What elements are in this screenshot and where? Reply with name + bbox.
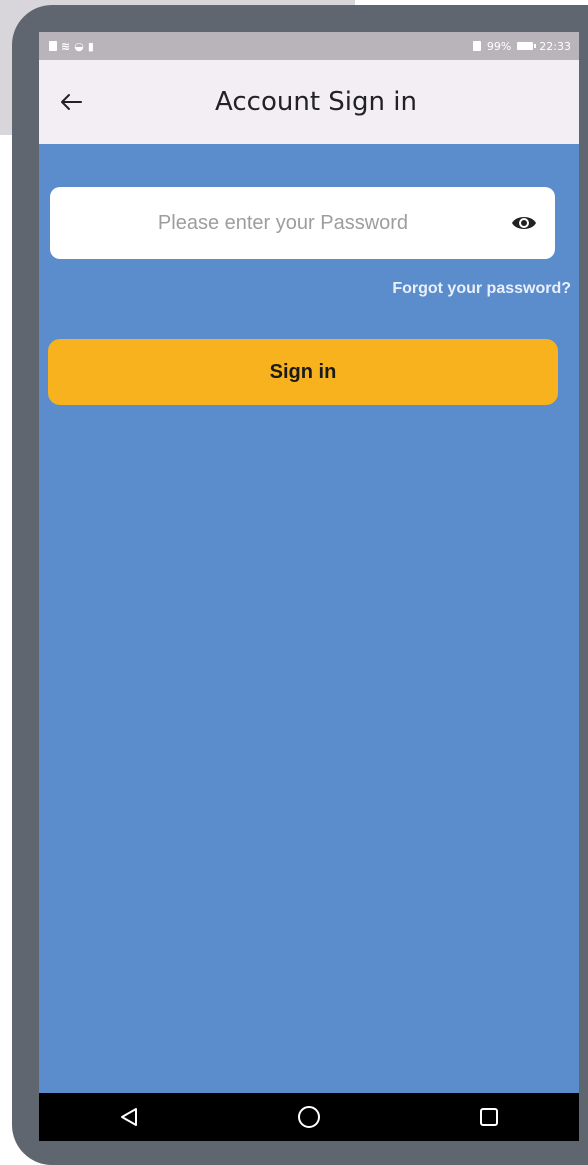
sign-in-button[interactable]: Sign in <box>48 339 558 405</box>
password-field-container <box>50 186 555 260</box>
system-nav-bar <box>39 1093 579 1141</box>
page-title: Account Sign in <box>215 87 417 117</box>
nav-home-button[interactable] <box>284 1097 334 1137</box>
app-bar: Account Sign in <box>39 60 579 144</box>
home-circle-icon <box>298 1106 320 1128</box>
usb-icon: ▮ <box>87 39 94 53</box>
status-icons-right: 99% 22:33 <box>472 39 579 53</box>
wifi-icon: ≋ <box>61 39 71 53</box>
sim-icon <box>49 41 57 51</box>
nav-recents-button[interactable] <box>464 1097 514 1137</box>
status-icons-left: ≋ ◒ ▮ <box>39 40 94 53</box>
recents-square-icon <box>480 1108 498 1126</box>
app-screen: ≋ ◒ ▮ 99% 22:33 Account Sign in Forgot y… <box>39 32 579 1141</box>
battery-icon <box>517 42 537 50</box>
battery-percent: 99% <box>486 39 512 53</box>
status-bar: ≋ ◒ ▮ 99% 22:33 <box>39 32 579 60</box>
chat-icon: ◒ <box>74 39 84 53</box>
clock: 22:33 <box>539 39 571 53</box>
nfc-icon <box>472 41 481 51</box>
eye-icon[interactable] <box>511 211 537 235</box>
back-triangle-icon <box>121 1108 137 1126</box>
nav-back-button[interactable] <box>104 1097 154 1137</box>
phone-frame: ≋ ◒ ▮ 99% 22:33 Account Sign in Forgot y… <box>12 5 588 1165</box>
password-input[interactable] <box>66 186 500 260</box>
forgot-password-link[interactable]: Forgot your password? <box>392 280 571 298</box>
